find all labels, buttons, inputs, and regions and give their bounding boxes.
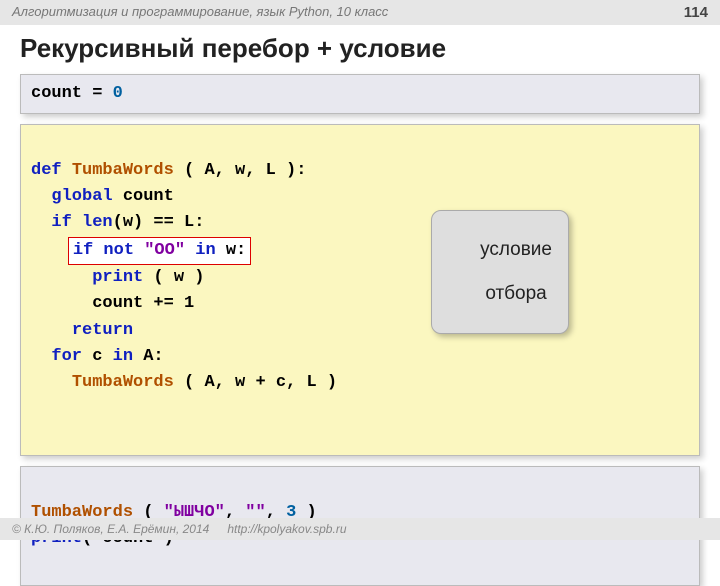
- code-text: c: [82, 347, 113, 366]
- code-number: 0: [113, 84, 123, 103]
- code-text: A:: [133, 347, 164, 366]
- code-block-2: def TumbaWords ( A, w, L ): global count…: [20, 124, 700, 456]
- code-text: ( w ): [143, 268, 204, 287]
- keyword: global: [51, 187, 112, 206]
- keyword: in: [113, 347, 133, 366]
- keyword: def: [31, 161, 72, 180]
- copyright-text: © К.Ю. Поляков, Е.А. Ерёмин, 2014: [12, 522, 209, 536]
- code-text: ( A, w + c, L ): [174, 373, 337, 392]
- keyword: for: [51, 347, 82, 366]
- keyword: return: [72, 321, 133, 340]
- keyword: in: [185, 241, 216, 260]
- content-area: count = 0 def TumbaWords ( A, w, L ): gl…: [0, 74, 720, 586]
- keyword: print: [92, 268, 143, 287]
- code-block-1: count = 0: [20, 74, 700, 114]
- string: "OO": [144, 241, 185, 260]
- top-bar: Алгоритмизация и программирование, язык …: [0, 0, 720, 25]
- code-text: count: [113, 187, 174, 206]
- keyword: if not: [73, 241, 144, 260]
- footer-bar: © К.Ю. Поляков, Е.А. Ерёмин, 2014 http:/…: [0, 518, 720, 540]
- callout-label: условие отбора: [431, 210, 569, 333]
- func-name: TumbaWords: [72, 161, 174, 180]
- func-name: TumbaWords: [72, 373, 174, 392]
- keyword: if len: [51, 213, 112, 232]
- callout-line: отбора: [485, 283, 546, 304]
- course-label: Алгоритмизация и программирование, язык …: [12, 4, 388, 21]
- page-number: 114: [684, 4, 708, 21]
- page-title: Рекурсивный перебор + условие: [0, 25, 720, 74]
- code-text: count += 1: [31, 294, 194, 313]
- code-text: count =: [31, 84, 113, 103]
- code-text: (w) == L:: [113, 213, 205, 232]
- code-text: w:: [216, 241, 247, 260]
- code-text: ( A, w, L ):: [174, 161, 307, 180]
- callout-line: условие: [480, 239, 552, 260]
- footer-url: http://kpolyakov.spb.ru: [227, 522, 346, 536]
- highlighted-condition: if not "OO" in w:: [68, 237, 251, 265]
